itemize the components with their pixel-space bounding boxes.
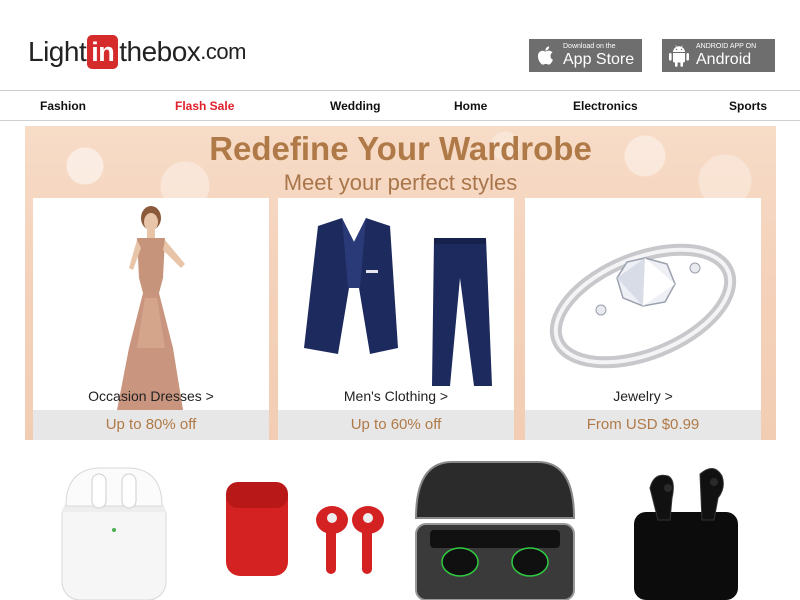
- category-label-jewelry[interactable]: Jewelry >: [525, 388, 761, 404]
- product-black-earbuds-case[interactable]: [412, 458, 578, 600]
- site-logo[interactable]: Light in thebox .com: [28, 32, 246, 72]
- nav-item-fashion[interactable]: Fashion: [40, 99, 86, 113]
- category-promo-occasion-dresses: Up to 80% off: [33, 410, 269, 440]
- silver-ring-image: [549, 243, 737, 369]
- main-nav: Fashion Flash Sale Wedding Home Electron…: [0, 90, 800, 121]
- android-big: Android: [696, 50, 752, 68]
- android-small: ANDROID APP ON: [696, 42, 757, 50]
- category-label-mens-clothing[interactable]: Men's Clothing >: [278, 388, 514, 404]
- hero-title: Redefine Your Wardrobe: [209, 130, 592, 167]
- nav-item-home[interactable]: Home: [454, 99, 487, 113]
- logo-in: in: [87, 35, 119, 69]
- logo-light: Light: [28, 36, 87, 67]
- category-promo-jewelry: From USD $0.99: [525, 410, 761, 440]
- category-card-occasion-dresses[interactable]: Occasion Dresses > Up to 80% off: [33, 198, 269, 440]
- category-label-occasion-dresses[interactable]: Occasion Dresses >: [33, 388, 269, 404]
- nav-item-electronics[interactable]: Electronics: [573, 99, 638, 113]
- category-card-jewelry[interactable]: Jewelry > From USD $0.99: [525, 198, 761, 440]
- mens-suit-image: [304, 218, 492, 386]
- occasion-dress-image: [117, 206, 185, 410]
- header: Light in thebox .com Download on the App St…: [0, 0, 800, 90]
- hero-banner: Redefine Your Wardrobe Meet your perfect…: [25, 126, 776, 440]
- app-store-button[interactable]: Download on the App Store: [529, 39, 642, 72]
- category-promo-mens-clothing: Up to 60% off: [278, 410, 514, 440]
- android-button[interactable]: ANDROID APP ON Android: [662, 39, 775, 72]
- nav-item-flash-sale[interactable]: Flash Sale: [175, 99, 234, 113]
- product-white-earbuds-case[interactable]: [58, 458, 170, 600]
- nav-item-sports[interactable]: Sports: [729, 99, 767, 113]
- app-store-small: Download on the: [563, 42, 616, 50]
- logo-thebox: thebox: [119, 36, 201, 67]
- app-store-big: App Store: [563, 50, 635, 68]
- category-card-mens-clothing[interactable]: Men's Clothing > Up to 60% off: [278, 198, 514, 440]
- hero-subtitle: Meet your perfect styles: [283, 170, 518, 195]
- page: Light in thebox .com Download on the App St…: [0, 0, 800, 600]
- logo-dotcom: .com: [200, 39, 246, 64]
- product-red-earbuds[interactable]: [214, 458, 386, 600]
- android-icon: [668, 44, 690, 68]
- apple-icon: [535, 44, 557, 68]
- nav-item-wedding[interactable]: Wedding: [330, 99, 380, 113]
- product-black-charging-case[interactable]: [630, 458, 742, 600]
